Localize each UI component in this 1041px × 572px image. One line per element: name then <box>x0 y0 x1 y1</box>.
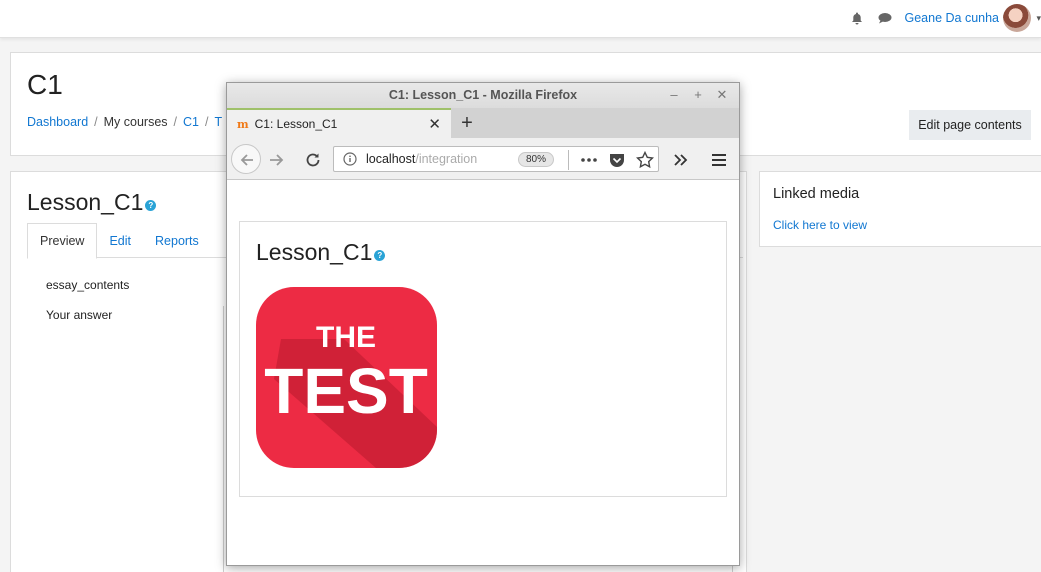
breadcrumb-topic[interactable]: T <box>215 115 223 129</box>
logo-line-the: THE <box>316 321 376 354</box>
info-icon[interactable] <box>343 152 357 166</box>
edit-page-contents-button[interactable]: Edit page contents <box>909 110 1031 140</box>
browser-viewport: Lesson_C1 ? THE TEST <box>227 180 739 565</box>
maximize-icon[interactable]: + <box>689 86 707 104</box>
the-test-logo-image: THE TEST <box>256 287 437 468</box>
moodle-favicon-icon: m <box>237 117 249 131</box>
minimize-icon[interactable]: – <box>665 86 683 104</box>
preview-lesson-title-text: Lesson_C1 <box>256 239 373 265</box>
preview-lesson-title: Lesson_C1 ? <box>256 239 386 266</box>
reload-icon[interactable] <box>303 150 323 170</box>
tab-preview[interactable]: Preview <box>27 223 98 259</box>
bookmark-star-icon[interactable] <box>635 150 655 170</box>
browser-tab-label: C1: Lesson_C1 <box>254 117 338 131</box>
top-navbar: Geane Da cunha ▾ <box>0 0 1041 38</box>
close-icon[interactable]: ✕ <box>713 86 731 104</box>
your-answer-label: Your answer <box>46 308 113 322</box>
breadcrumb: Dashboard / My courses / C1 / T <box>27 115 222 129</box>
user-name-link[interactable]: Geane Da cunha <box>904 11 999 25</box>
new-tab-icon[interactable]: + <box>456 111 478 135</box>
window-title: C1: Lesson_C1 - Mozilla Firefox <box>388 88 578 102</box>
the-test-logo-graphic: THE TEST <box>264 321 437 468</box>
forward-arrow-icon[interactable] <box>267 150 287 170</box>
help-icon[interactable]: ? <box>374 250 386 261</box>
chevron-down-icon[interactable]: ▾ <box>1027 13 1041 24</box>
lesson-title: Lesson_C1 ? <box>27 189 157 216</box>
hamburger-menu-icon[interactable] <box>709 150 729 170</box>
browser-tabstrip: m C1: Lesson_C1 ✕ + <box>227 108 739 138</box>
breadcrumb-my-courses: My courses <box>103 115 168 129</box>
breadcrumb-separator: / <box>94 115 98 129</box>
breadcrumb-course[interactable]: C1 <box>183 115 199 129</box>
tab-edit[interactable]: Edit <box>97 223 143 258</box>
breadcrumb-separator: / <box>173 115 178 129</box>
url-text: localhost/integration <box>366 147 511 171</box>
help-icon[interactable]: ? <box>145 200 157 211</box>
page-title: C1 <box>27 69 63 100</box>
pocket-icon[interactable] <box>607 150 627 170</box>
url-host: localhost <box>366 152 416 166</box>
lesson-preview-box: Lesson_C1 ? THE TEST <box>239 221 727 497</box>
zoom-level-badge[interactable]: 80% <box>518 152 554 167</box>
bell-icon[interactable] <box>848 9 866 27</box>
click-here-to-view-link[interactable]: Click here to view <box>773 218 867 232</box>
firefox-popup-window: C1: Lesson_C1 - Mozilla Firefox – + ✕ m … <box>226 82 740 566</box>
linked-media-title: Linked media <box>773 186 860 202</box>
lesson-title-text: Lesson_C1 <box>27 189 144 215</box>
overflow-chevron-icon[interactable] <box>671 150 691 170</box>
window-titlebar[interactable]: C1: Lesson_C1 - Mozilla Firefox – + ✕ <box>227 83 739 108</box>
tab-reports[interactable]: Reports <box>143 223 211 258</box>
chat-icon[interactable] <box>876 9 894 27</box>
linked-media-block: Linked media Click here to view <box>759 171 1041 247</box>
back-button[interactable] <box>231 144 261 174</box>
essay-contents-text: essay_contents <box>46 278 130 292</box>
breadcrumb-dashboard[interactable]: Dashboard <box>27 115 88 129</box>
browser-tab[interactable]: m C1: Lesson_C1 ✕ <box>227 108 451 138</box>
logo-line-test: TEST <box>264 355 428 427</box>
toolbar-divider <box>568 150 569 170</box>
browser-toolbar: localhost/integration 80% <box>227 138 739 180</box>
breadcrumb-separator: / <box>205 115 209 129</box>
url-path: /integration <box>415 152 478 166</box>
user-menu-area: Geane Da cunha ▾ <box>848 4 1041 32</box>
tab-close-icon[interactable]: ✕ <box>428 115 441 133</box>
back-arrow-icon <box>240 154 253 166</box>
more-actions-icon[interactable] <box>579 150 599 170</box>
